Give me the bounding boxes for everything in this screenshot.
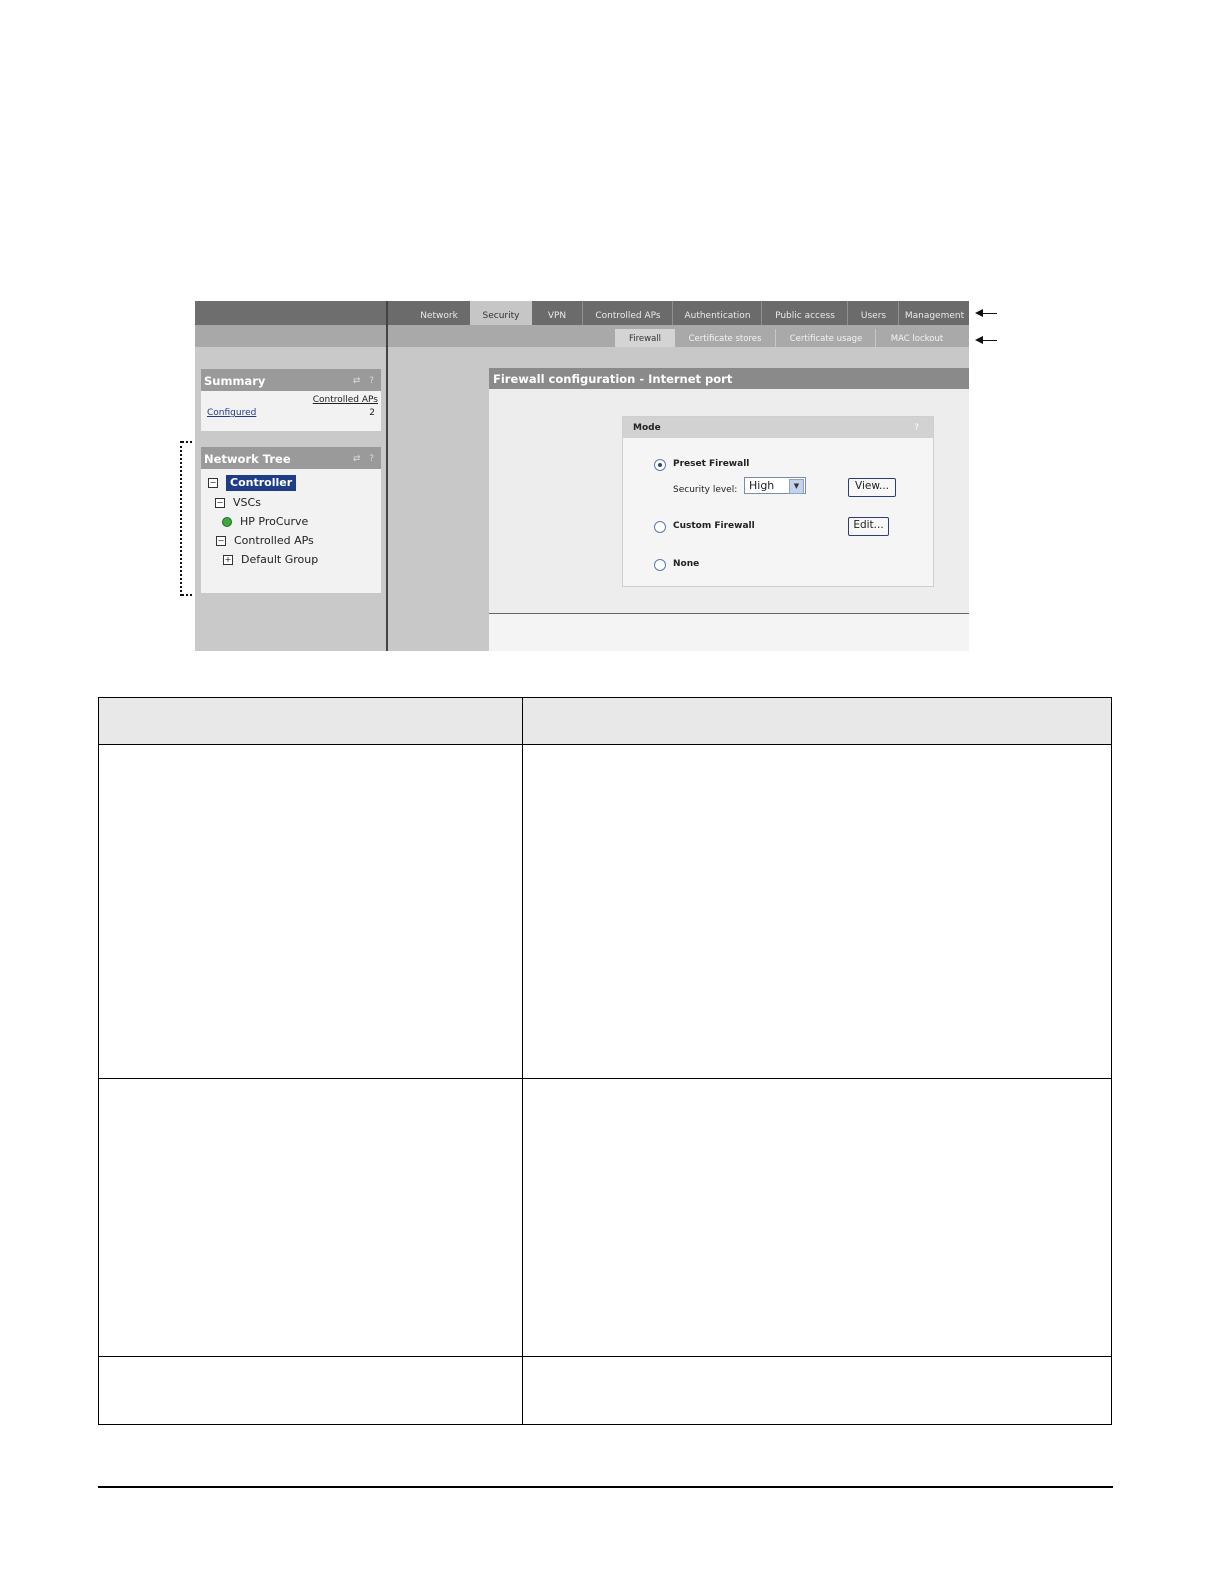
subtab-certificate-stores[interactable]: Certificate stores	[675, 329, 775, 347]
callout-line	[982, 313, 997, 314]
radio-custom-firewall[interactable]	[654, 521, 666, 533]
summary-column-header[interactable]: Controlled APs	[313, 395, 378, 405]
summary-configured-link[interactable]: Configured	[207, 408, 256, 418]
table-cell	[523, 745, 1111, 1079]
left-sidebar-subheader	[195, 325, 387, 347]
arrow-left-icon	[975, 336, 983, 344]
tree-item-vscs[interactable]: − VSCs	[215, 496, 261, 509]
tab-public-access[interactable]: Public access	[761, 301, 848, 325]
summary-configured-count: 2	[369, 408, 375, 418]
tree-item-label: VSCs	[233, 496, 261, 509]
tab-management[interactable]: Management	[898, 301, 969, 325]
tree-item-label: HP ProCurve	[240, 515, 309, 528]
chevron-down-icon[interactable]: ▼	[789, 479, 804, 494]
plus-box-icon[interactable]: +	[223, 555, 233, 565]
table-cell	[99, 745, 523, 1079]
radio-none[interactable]	[654, 559, 666, 571]
mode-box: Mode ? Preset Firewall Security level: H…	[622, 416, 934, 587]
sub-navigation: Firewall Certificate stores Certificate …	[388, 325, 969, 347]
sidebar-divider	[386, 301, 388, 651]
tab-vpn[interactable]: VPN	[532, 301, 582, 325]
table-header-cell	[523, 698, 1111, 745]
subtab-firewall[interactable]: Firewall	[615, 329, 675, 347]
status-dot-icon	[222, 517, 232, 527]
network-tree-title: Network Tree	[204, 452, 291, 466]
tab-security[interactable]: Security	[470, 301, 532, 325]
network-tree-header: Network Tree ⇄ ?	[201, 447, 381, 469]
callout-line	[982, 340, 997, 341]
summary-title: Summary	[204, 374, 266, 388]
tab-users[interactable]: Users	[847, 301, 899, 325]
view-button[interactable]: View...	[848, 478, 896, 497]
tree-item-default-group[interactable]: + Default Group	[223, 553, 318, 566]
mode-title: Mode	[633, 423, 661, 433]
summary-panel: Summary ⇄ ? Controlled APs Configured 2	[201, 369, 381, 431]
minus-box-icon[interactable]: −	[215, 498, 225, 508]
subtab-mac-lockout[interactable]: MAC lockout	[875, 329, 958, 347]
network-tree-panel: Network Tree ⇄ ? − Controller − VSCs HP Pr…	[201, 447, 381, 593]
tab-authentication[interactable]: Authentication	[672, 301, 762, 325]
tree-item-label: Controller	[226, 475, 297, 491]
firewall-config-title: Firewall configuration - Internet port	[489, 368, 969, 389]
tab-controlled-aps[interactable]: Controlled APs	[582, 301, 673, 325]
panel-tools-icon[interactable]: ⇄ ?	[353, 369, 377, 393]
top-navigation: Network Security VPN Controlled APs Auth…	[388, 301, 969, 325]
ui-screenshot: Network Security VPN Controlled APs Auth…	[195, 301, 969, 651]
tree-item-hp-procurve[interactable]: HP ProCurve	[222, 515, 308, 528]
edit-button[interactable]: Edit...	[848, 517, 889, 536]
security-level-select[interactable]: High ▼	[744, 477, 806, 494]
tree-item-label: Default Group	[241, 553, 319, 566]
minus-box-icon[interactable]: −	[208, 478, 218, 488]
security-level-value: High	[749, 479, 775, 492]
table-header-cell	[99, 698, 523, 745]
tab-network[interactable]: Network	[408, 301, 470, 325]
mode-box-header: Mode ?	[623, 417, 933, 438]
radio-preset-firewall[interactable]	[654, 459, 666, 471]
summary-panel-header: Summary ⇄ ?	[201, 369, 381, 391]
tree-item-controlled-aps[interactable]: − Controlled APs	[216, 534, 314, 547]
left-sidebar-header	[195, 301, 387, 325]
none-label: None	[673, 559, 700, 569]
description-table	[98, 697, 1112, 1425]
preset-firewall-label: Preset Firewall	[673, 459, 750, 469]
callout-bracket	[180, 441, 192, 596]
table-cell	[523, 1079, 1111, 1357]
panel-tools-icon[interactable]: ⇄ ?	[353, 447, 377, 471]
arrow-left-icon	[975, 309, 983, 317]
tree-item-label: Controlled APs	[234, 534, 314, 547]
table-cell	[99, 1357, 523, 1424]
table-cell	[523, 1357, 1111, 1424]
minus-box-icon[interactable]: −	[216, 536, 226, 546]
subtab-certificate-usage[interactable]: Certificate usage	[775, 329, 876, 347]
table-cell	[99, 1079, 523, 1357]
tree-item-controller[interactable]: − Controller	[208, 475, 297, 491]
help-icon[interactable]: ?	[914, 417, 919, 440]
config-footer	[489, 614, 969, 651]
custom-firewall-label: Custom Firewall	[673, 521, 755, 531]
security-level-label: Security level:	[673, 485, 738, 495]
footer-rule	[98, 1486, 1113, 1488]
